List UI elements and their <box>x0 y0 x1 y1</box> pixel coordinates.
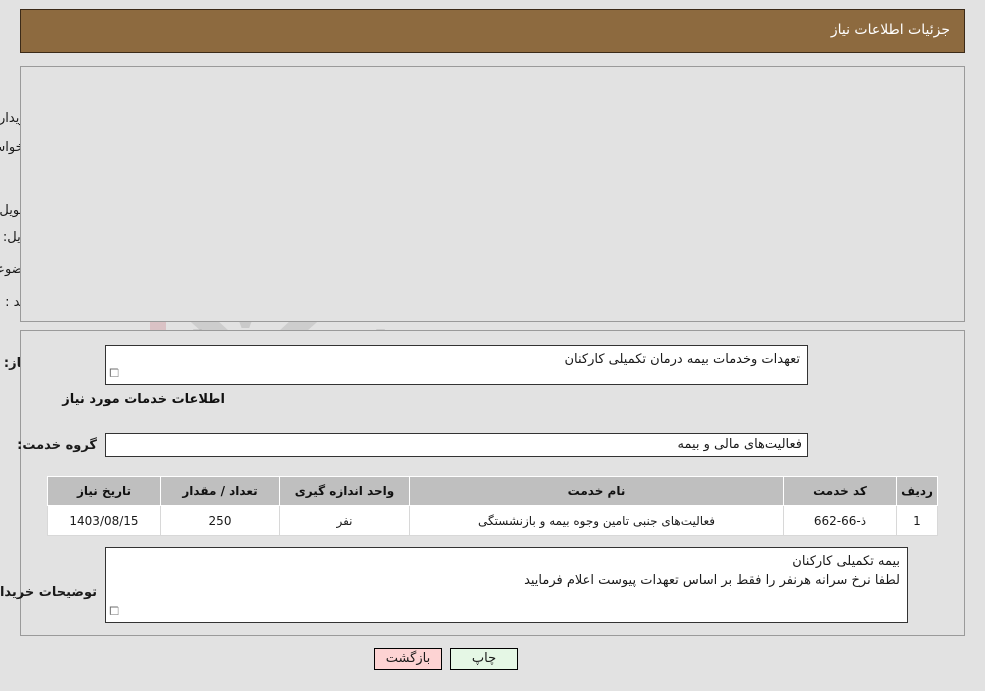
cell-service-code: ذ-66-662 <box>783 505 897 536</box>
buyer-notes-textarea[interactable]: بیمه تکمیلی کارکنان لطفا نرخ سرانه هرنفر… <box>105 547 908 623</box>
cell-quantity: 250 <box>160 505 280 536</box>
cell-unit: نفر <box>279 505 410 536</box>
col-service-code: کد خدمت <box>783 476 897 506</box>
service-group-label: گروه خدمت: <box>17 438 97 453</box>
buyer-notes-line-1: بیمه تکمیلی کارکنان <box>792 554 900 569</box>
page-title: جزئیات اطلاعات نیاز <box>830 22 950 38</box>
page-title-bar: جزئیات اطلاعات نیاز <box>20 9 965 53</box>
buyer-notes-label: توضیحات خریدار: <box>0 585 97 600</box>
table-row[interactable]: 1 ذ-66-662 فعالیت‌های جنبی تامین وجوه بی… <box>47 505 938 536</box>
buyer-notes-line-2: لطفا نرخ سرانه هرنفر را فقط بر اساس تعهد… <box>524 573 900 588</box>
col-unit: واحد اندازه گیری <box>279 476 410 506</box>
resize-grip-icon[interactable]: ❐ <box>109 364 119 383</box>
col-quantity: تعداد / مقدار <box>160 476 280 506</box>
print-button[interactable]: چاپ <box>450 648 518 670</box>
need-summary-text: تعهدات وخدمات بیمه درمان تکمیلی کارکنان <box>564 352 800 367</box>
col-service-name: نام خدمت <box>409 476 784 506</box>
resize-grip-icon-notes[interactable]: ❐ <box>109 602 119 621</box>
col-need-date: تاریخ نیاز <box>47 476 161 506</box>
cell-service-name: فعالیت‌های جنبی تامین وجوه بیمه و بازنشس… <box>409 505 784 536</box>
col-row-no: ردیف <box>896 476 938 506</box>
table-header-row: ردیف کد خدمت نام خدمت واحد اندازه گیری ت… <box>47 476 938 506</box>
cell-row-no: 1 <box>896 505 938 536</box>
need-summary-textarea[interactable]: تعهدات وخدمات بیمه درمان تکمیلی کارکنان … <box>105 345 808 385</box>
cell-need-date: 1403/08/15 <box>47 505 161 536</box>
back-button[interactable]: بازگشت <box>374 648 442 670</box>
services-section-heading: اطلاعات خدمات مورد نیاز <box>62 392 225 407</box>
services-table: ردیف کد خدمت نام خدمت واحد اندازه گیری ت… <box>47 476 938 536</box>
need-info-panel <box>20 66 965 322</box>
page-root: W V AriaTender.net جزئیات اطلاعات نیاز ش… <box>0 0 985 691</box>
service-group-field[interactable]: فعالیت‌های مالی و بیمه <box>105 433 808 457</box>
